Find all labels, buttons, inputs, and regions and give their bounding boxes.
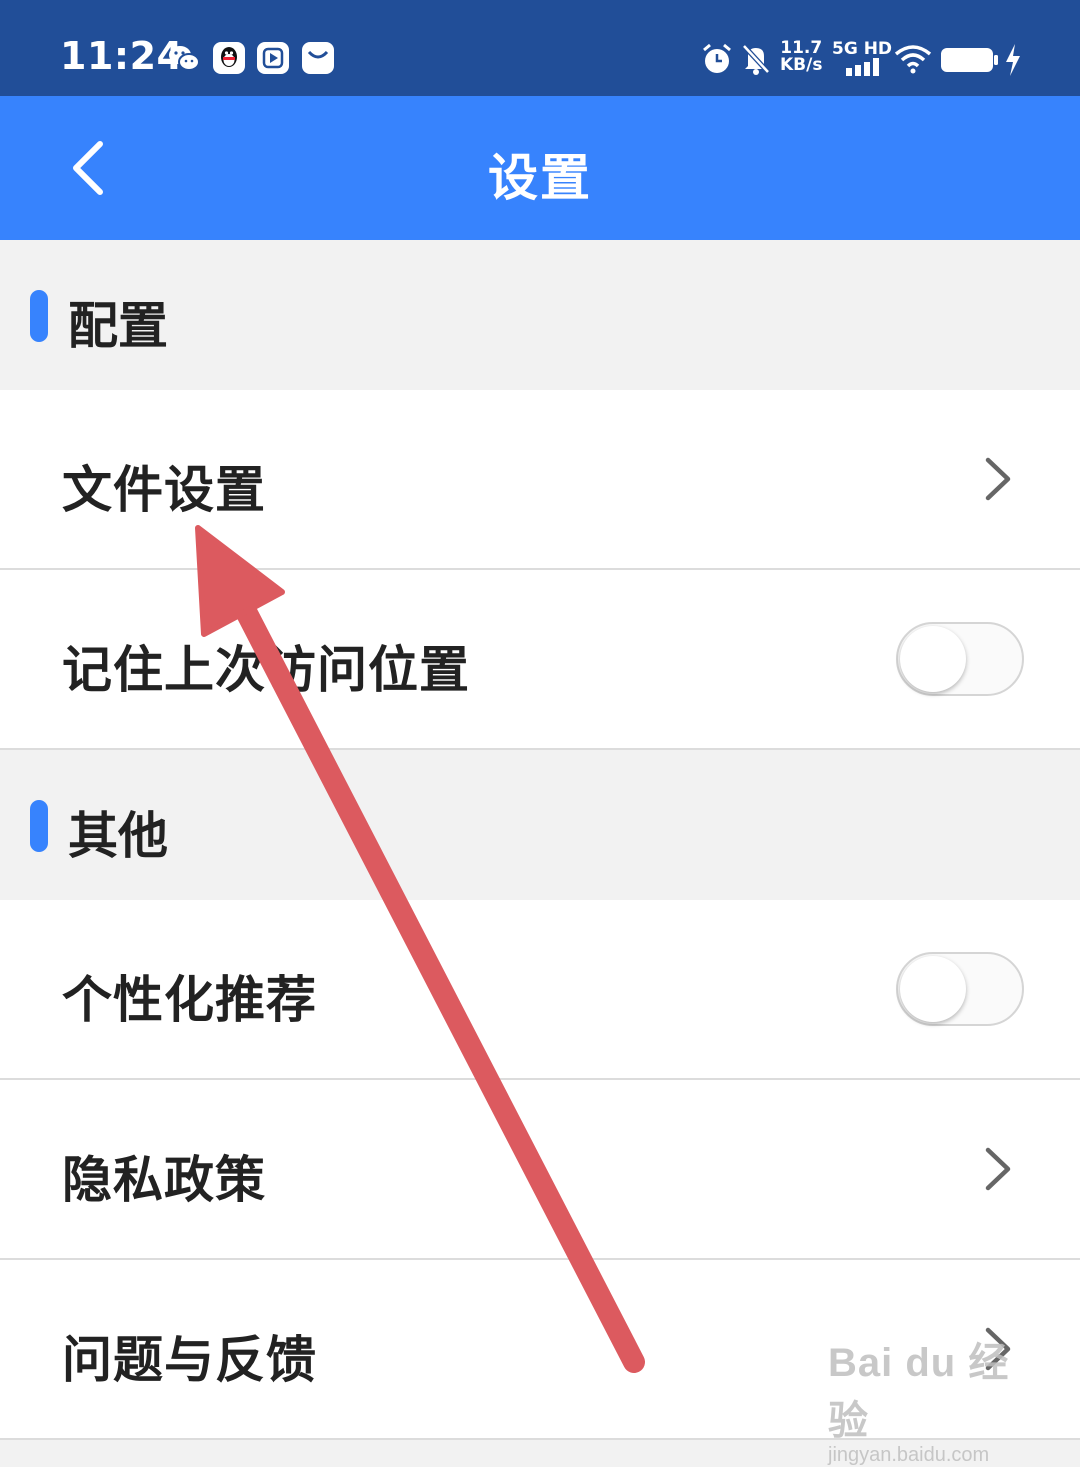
page-title: 设置 xyxy=(488,149,592,207)
baidu-jingyan-watermark: Bai du 经验 jingyan.baidu.com xyxy=(828,1341,1010,1466)
toggle-knob xyxy=(900,626,966,692)
chevron-right-icon xyxy=(985,457,1011,501)
signal-icon xyxy=(846,58,879,76)
network-speed: 11.7 KB/s xyxy=(780,38,823,75)
row-label: 记住上次访问位置 xyxy=(62,641,470,699)
row-label: 个性化推荐 xyxy=(62,971,317,1029)
toggle-knob xyxy=(900,956,966,1022)
wechat-icon xyxy=(169,46,200,71)
section-title: 其他 xyxy=(68,807,168,865)
qq-icon xyxy=(213,42,245,74)
battery-icon xyxy=(941,48,998,72)
row-personalized-recommendation: 个性化推荐 xyxy=(0,900,1080,1080)
row-label: 问题与反馈 xyxy=(62,1331,317,1389)
row-remember-location: 记住上次访问位置 xyxy=(0,570,1080,750)
status-time: 11:24 xyxy=(60,34,184,78)
mute-icon xyxy=(742,44,770,75)
section-title: 配置 xyxy=(68,297,168,355)
section-accent-bar xyxy=(30,800,48,852)
status-bar: 11:24 11.7 KB/s 5G HD xyxy=(0,0,1080,96)
row-label: 文件设置 xyxy=(62,461,266,519)
charging-icon xyxy=(1006,44,1020,76)
network-type: 5G HD xyxy=(832,39,893,59)
video-app-icon xyxy=(257,42,289,74)
personalized-recommendation-toggle[interactable] xyxy=(896,952,1024,1026)
row-file-settings[interactable]: 文件设置 xyxy=(0,390,1080,570)
row-label: 隐私政策 xyxy=(62,1151,266,1209)
app-header: 设置 xyxy=(0,96,1080,240)
mail-app-icon xyxy=(302,42,334,74)
chevron-right-icon xyxy=(985,1147,1011,1191)
section-header-config: 配置 xyxy=(0,240,1080,390)
row-privacy-policy[interactable]: 隐私政策 xyxy=(0,1080,1080,1260)
section-accent-bar xyxy=(30,290,48,342)
section-header-other: 其他 xyxy=(0,750,1080,900)
alarm-icon xyxy=(703,43,731,73)
remember-location-toggle[interactable] xyxy=(896,622,1024,696)
wifi-icon xyxy=(894,45,932,74)
